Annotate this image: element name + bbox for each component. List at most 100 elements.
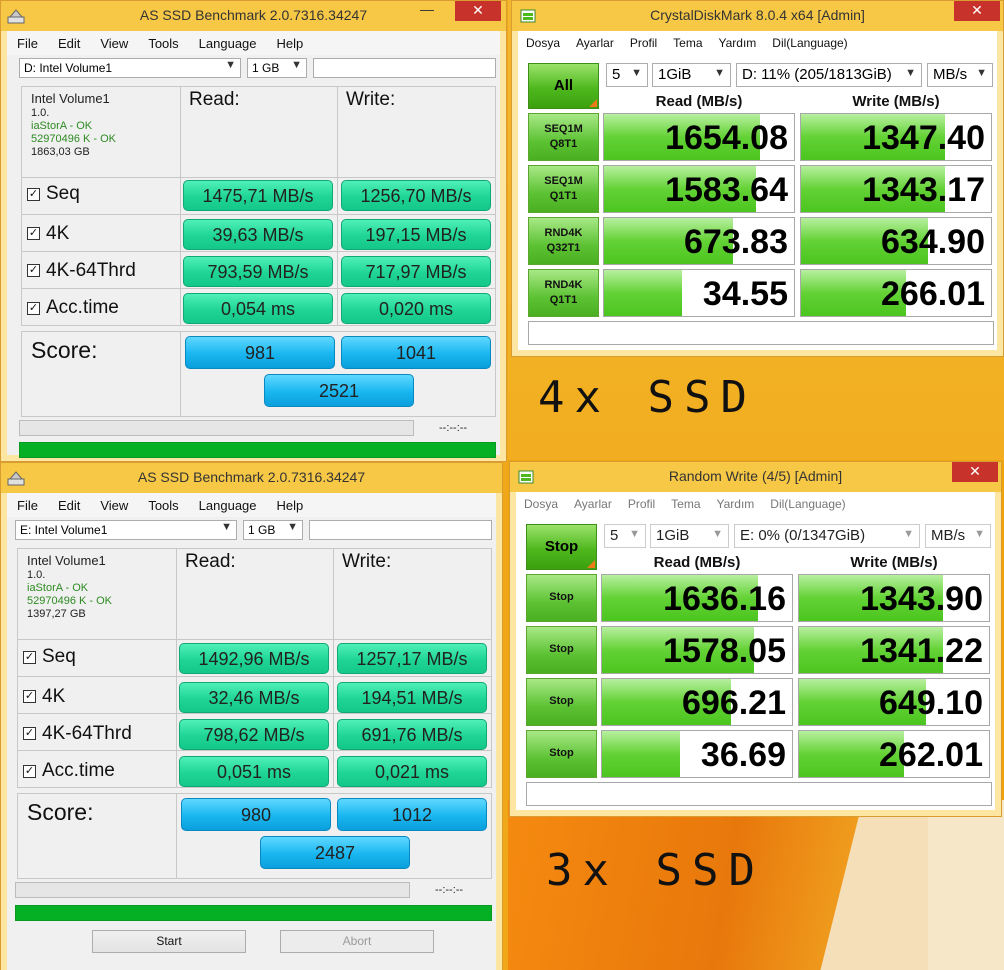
menu-file[interactable]: File <box>7 31 48 51</box>
size-select[interactable]: 1 GB ▼ <box>247 58 307 78</box>
test-stop-button-1[interactable]: Stop <box>526 574 597 622</box>
size-select[interactable]: 1 GB ▼ <box>243 520 303 540</box>
score-label: Score: <box>31 337 98 363</box>
drive-select[interactable]: D: 11% (205/1813GiB) ▼ <box>736 63 922 87</box>
test-stop-button-2[interactable]: Stop <box>526 626 597 674</box>
all-button[interactable]: All <box>528 63 599 109</box>
count-select[interactable]: 5 ▼ <box>604 524 646 548</box>
menu-ayarlar[interactable]: Ayarlar <box>568 31 622 50</box>
window-title: CrystalDiskMark 8.0.4 x64 [Admin] <box>650 7 865 23</box>
row-label-seq: Seq <box>46 183 80 204</box>
write-column-header: Write (MB/s) <box>852 93 940 110</box>
menu-view[interactable]: View <box>90 493 138 513</box>
client-area: File Edit View Tools Language Help E: Intel V… <box>7 493 496 970</box>
comment-input[interactable] <box>528 321 994 345</box>
close-button[interactable]: ✕ <box>952 462 998 482</box>
write-column-header: Write (MB/s) <box>850 554 938 571</box>
drive-select[interactable]: E: Intel Volume1 ▼ <box>15 520 237 540</box>
minimize-button[interactable]: — <box>416 2 438 19</box>
write-value: 634.90 <box>881 223 985 261</box>
checkbox-seq[interactable]: ✓ <box>27 188 40 201</box>
title-bar[interactable]: Random Write (4/5) [Admin] ✕ <box>510 462 1001 492</box>
menu-help[interactable]: Help <box>267 31 314 51</box>
menu-dosya[interactable]: Dosya <box>518 31 568 50</box>
write-meter: 262.01 <box>798 730 990 778</box>
crystaldiskmark-window-bottom: Random Write (4/5) [Admin] ✕ Dosya Ayarla… <box>509 461 1002 817</box>
checkbox-seq[interactable]: ✓ <box>23 651 36 664</box>
abort-button[interactable]: Abort <box>280 930 434 953</box>
size-select[interactable]: 1GiB ▼ <box>652 63 731 87</box>
comment-input[interactable] <box>526 782 992 806</box>
drive-info: Intel Volume1 1.0. iaStorA - OK 52970496… <box>27 553 113 620</box>
read-value: 1636.16 <box>663 580 786 618</box>
acc-write-result: 0,021 ms <box>337 756 487 787</box>
comment-input[interactable] <box>309 520 492 540</box>
menu-view[interactable]: View <box>90 31 138 51</box>
menu-profil[interactable]: Profil <box>620 492 663 511</box>
menu-yardim[interactable]: Yardım <box>709 492 763 511</box>
checkbox-4k[interactable]: ✓ <box>27 227 40 240</box>
test-button-seq1m-q8t1[interactable]: SEQ1M Q8T1 <box>528 113 599 161</box>
menu-ayarlar[interactable]: Ayarlar <box>566 492 620 511</box>
chevron-down-icon: ▼ <box>629 528 640 540</box>
menu-tema[interactable]: Tema <box>665 31 710 50</box>
title-bar[interactable]: AS SSD Benchmark 2.0.7316.34247 <box>1 463 502 493</box>
write-meter: 1341.22 <box>798 626 990 674</box>
read-header: Read: <box>185 551 236 572</box>
close-button[interactable]: ✕ <box>455 1 501 21</box>
comment-input[interactable] <box>313 58 496 78</box>
seq-read-result: 1475,71 MB/s <box>183 180 333 211</box>
chevron-down-icon: ▼ <box>221 521 232 533</box>
title-bar[interactable]: CrystalDiskMark 8.0.4 x64 [Admin] ✕ <box>512 1 1003 31</box>
4k-write-result: 197,15 MB/s <box>341 219 491 250</box>
test-stop-button-3[interactable]: Stop <box>526 678 597 726</box>
count-select[interactable]: 5 ▼ <box>606 63 648 87</box>
start-button[interactable]: Start <box>92 930 246 953</box>
row-label-4k: 4K <box>46 223 70 244</box>
score-total: 2521 <box>264 374 414 407</box>
menu-language[interactable]: Language <box>189 493 267 513</box>
test-stop-button-4[interactable]: Stop <box>526 730 597 778</box>
read-meter: 34.55 <box>603 269 795 317</box>
unit-select[interactable]: MB/s ▼ <box>927 63 993 87</box>
write-value: 266.01 <box>881 275 985 313</box>
menu-edit[interactable]: Edit <box>48 31 90 51</box>
menu-edit[interactable]: Edit <box>48 493 90 513</box>
menu-language[interactable]: Dil(Language) <box>762 492 853 511</box>
client-area: File Edit View Tools Language Help D: Intel V… <box>7 31 500 458</box>
write-value: 1343.17 <box>862 171 985 209</box>
checkbox-4k-64thrd[interactable]: ✓ <box>27 264 40 277</box>
stop-button[interactable]: Stop <box>526 524 597 570</box>
write-meter: 1343.17 <box>800 165 992 213</box>
test-button-rnd4k-q1t1[interactable]: RND4K Q1T1 <box>528 269 599 317</box>
test-button-rnd4k-q32t1[interactable]: RND4K Q32T1 <box>528 217 599 265</box>
menu-tema[interactable]: Tema <box>663 492 708 511</box>
checkbox-acc-time[interactable]: ✓ <box>27 302 40 315</box>
menu-tools[interactable]: Tools <box>138 493 188 513</box>
menu-language[interactable]: Language <box>189 31 267 51</box>
acc-read-result: 0,051 ms <box>179 756 329 787</box>
row-label-4k-64thrd: 4K-64Thrd <box>46 260 136 281</box>
menu-profil[interactable]: Profil <box>622 31 665 50</box>
checkbox-acc-time[interactable]: ✓ <box>23 765 36 778</box>
checkbox-4k-64thrd[interactable]: ✓ <box>23 727 36 740</box>
test-button-seq1m-q1t1[interactable]: SEQ1M Q1T1 <box>528 165 599 213</box>
menu-dosya[interactable]: Dosya <box>516 492 566 511</box>
drive-select[interactable]: D: Intel Volume1 ▼ <box>19 58 241 78</box>
menu-tools[interactable]: Tools <box>138 31 188 51</box>
drive-select[interactable]: E: 0% (0/1347GiB) ▼ <box>734 524 920 548</box>
read-column-header: Read (MB/s) <box>653 554 741 571</box>
menu-file[interactable]: File <box>7 493 48 513</box>
menu-language[interactable]: Dil(Language) <box>764 31 855 50</box>
score-write: 1012 <box>337 798 487 831</box>
score-read: 980 <box>181 798 331 831</box>
chevron-down-icon: ▼ <box>714 67 725 79</box>
checkbox-4k[interactable]: ✓ <box>23 690 36 703</box>
close-button[interactable]: ✕ <box>954 1 1000 21</box>
size-select[interactable]: 1GiB ▼ <box>650 524 729 548</box>
window-title: Random Write (4/5) [Admin] <box>668 468 843 484</box>
menu-yardim[interactable]: Yardım <box>711 31 765 50</box>
unit-select[interactable]: MB/s ▼ <box>925 524 991 548</box>
title-bar[interactable]: AS SSD Benchmark 2.0.7316.34247 — ✕ <box>1 1 506 31</box>
menu-help[interactable]: Help <box>267 493 314 513</box>
